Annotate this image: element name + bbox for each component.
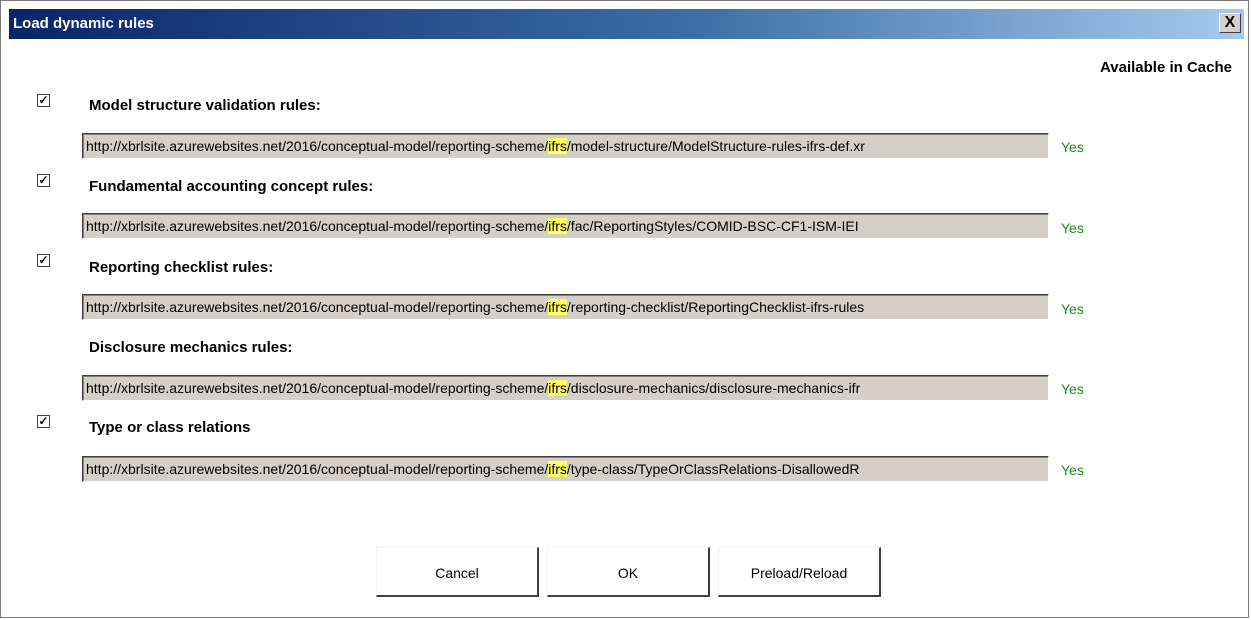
reporting-checklist-checkbox[interactable]: ✓: [37, 254, 50, 267]
dialog-window: Load dynamic rules X Available in Cache …: [0, 0, 1249, 618]
window-title: Load dynamic rules: [13, 15, 154, 32]
model-structure-checkbox[interactable]: ✓: [37, 94, 50, 107]
fundamental-accounting-url-field[interactable]: http://xbrlsite.azurewebsites.net/2016/c…: [82, 213, 1049, 239]
fundamental-accounting-checkbox[interactable]: ✓: [37, 174, 50, 187]
reporting-checklist-label: Reporting checklist rules:: [89, 259, 274, 276]
reporting-checklist-url-field[interactable]: http://xbrlsite.azurewebsites.net/2016/c…: [82, 294, 1049, 320]
type-class-url-field[interactable]: http://xbrlsite.azurewebsites.net/2016/c…: [82, 456, 1049, 482]
model-structure-url-field[interactable]: http://xbrlsite.azurewebsites.net/2016/c…: [82, 133, 1049, 159]
cache-column-header: Available in Cache: [1100, 59, 1232, 76]
type-class-label: Type or class relations: [89, 419, 251, 436]
fundamental-accounting-cache-status: Yes: [1061, 220, 1084, 236]
fundamental-accounting-label: Fundamental accounting concept rules:: [89, 178, 374, 195]
disclosure-mechanics-cache-status: Yes: [1061, 381, 1084, 397]
type-class-cache-status: Yes: [1061, 462, 1084, 478]
close-button[interactable]: X: [1219, 13, 1241, 33]
preload-reload-button[interactable]: Preload/Reload: [718, 547, 881, 597]
ok-button[interactable]: OK: [547, 547, 710, 597]
cancel-button[interactable]: Cancel: [376, 547, 539, 597]
model-structure-cache-status: Yes: [1061, 139, 1084, 155]
type-class-checkbox[interactable]: ✓: [37, 415, 50, 428]
model-structure-label: Model structure validation rules:: [89, 97, 321, 114]
disclosure-mechanics-label: Disclosure mechanics rules:: [89, 339, 293, 356]
title-bar[interactable]: Load dynamic rules X: [9, 9, 1244, 39]
reporting-checklist-cache-status: Yes: [1061, 301, 1084, 317]
disclosure-mechanics-url-field[interactable]: http://xbrlsite.azurewebsites.net/2016/c…: [82, 375, 1049, 401]
